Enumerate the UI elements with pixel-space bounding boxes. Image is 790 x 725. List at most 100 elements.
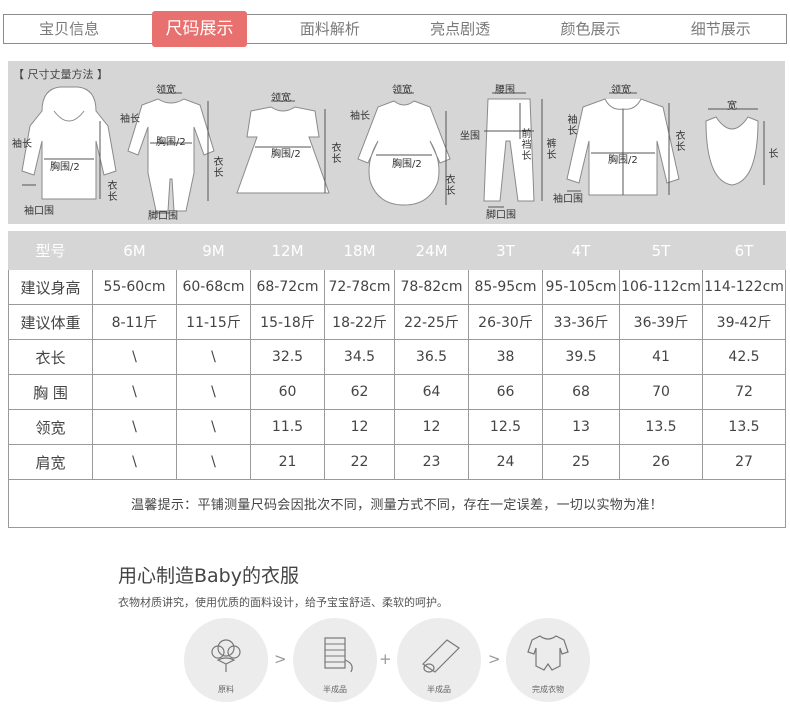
- table-cell: 106-112cm: [619, 269, 703, 305]
- row-label: 衣长: [8, 339, 93, 375]
- table-cell: 114-122cm: [702, 269, 786, 305]
- table-cell: 8-11斤: [92, 304, 177, 340]
- table-cell: 62: [324, 374, 395, 410]
- table-cell: \: [92, 339, 177, 375]
- table-cell: 26: [619, 444, 703, 480]
- table-header-row: 型号 6M 9M 12M 18M 24M 3T 4T 5T 6T: [8, 231, 786, 270]
- fig1-label-chest: 胸围/2: [50, 162, 80, 173]
- step-connector-arrow: >: [274, 650, 287, 668]
- table-cell: 36-39斤: [619, 304, 703, 340]
- row-label: 肩宽: [8, 444, 93, 480]
- measurement-guide-title: 【 尺寸丈量方法 】: [13, 68, 108, 81]
- fig2-label-chest: 胸围/2: [156, 137, 186, 148]
- table-cell: 13: [542, 409, 620, 445]
- tab-highlights[interactable]: 亮点剧透: [395, 15, 525, 43]
- romper-figure: 领宽 袖长 胸围/2 衣长 脚口围: [116, 81, 226, 222]
- tab-size-display-label: 尺码展示: [152, 11, 247, 47]
- table-row-length: 衣长 \ \ 32.5 34.5 36.5 38 39.5 41 42.5: [8, 339, 786, 375]
- fig2-label-collar: 领宽: [156, 85, 176, 96]
- table-cell: 64: [394, 374, 469, 410]
- table-cell: 24: [468, 444, 543, 480]
- table-cell: 68-72cm: [250, 269, 325, 305]
- step-caption: 半成品: [323, 685, 347, 694]
- table-cell: 25: [542, 444, 620, 480]
- row-label: 建议体重: [8, 304, 93, 340]
- hooded-jacket-figure: 袖长 胸围/2 衣长 袖口围: [12, 81, 122, 221]
- fig4-label-collar: 领宽: [392, 85, 412, 96]
- fig5-label-hip: 坐围: [460, 131, 480, 142]
- fig4-label-sleeve: 袖长: [350, 111, 370, 122]
- fig2-label-sleeve: 袖长: [120, 114, 140, 125]
- table-note-row: 温馨提示：平铺测量尺码会因批次不同，测量方式不同，存在一定误差，一切以实物为准！: [8, 479, 786, 528]
- header-cell-24m: 24M: [394, 231, 469, 270]
- fig2-label-length: 衣长: [213, 157, 224, 179]
- table-cell: 12: [394, 409, 469, 445]
- table-row-height: 建议身高 55-60cm 60-68cm 68-72cm 72-78cm 78-…: [8, 269, 786, 305]
- fabric-roll-icon: [422, 639, 460, 673]
- table-cell: 39.5: [542, 339, 620, 375]
- tab-details[interactable]: 细节展示: [656, 15, 786, 43]
- table-cell: 39-42斤: [702, 304, 786, 340]
- table-cell: 72-78cm: [324, 269, 395, 305]
- header-cell-6m: 6M: [92, 231, 177, 270]
- tab-product-info[interactable]: 宝贝信息: [4, 15, 134, 43]
- table-row-chest: 胸 围 \ \ 60 62 64 66 68 70 72: [8, 374, 786, 410]
- table-cell: 21: [250, 444, 325, 480]
- step-caption: 原料: [218, 685, 234, 694]
- table-cell: 60-68cm: [176, 269, 251, 305]
- size-note: 温馨提示：平铺测量尺码会因批次不同，测量方式不同，存在一定误差，一切以实物为准！: [8, 479, 786, 528]
- step-finished: 完成衣物: [506, 618, 590, 702]
- fig1-label-sleeve: 袖长: [12, 139, 32, 150]
- table-row-collar: 领宽 \ \ 11.5 12 12 12.5 13 13.5 13.5: [8, 409, 786, 445]
- bib-figure: 宽 长: [696, 81, 781, 221]
- measurement-guide-panel: 【 尺寸丈量方法 】 袖长 胸围/2 衣长 袖口围 领宽 袖长 胸围/2 衣长 …: [8, 61, 785, 224]
- table-cell: 12.5: [468, 409, 543, 445]
- row-label: 胸 围: [8, 374, 93, 410]
- step-connector-plus: +: [379, 650, 392, 668]
- table-cell: 22: [324, 444, 395, 480]
- romper-icon: [127, 92, 215, 214]
- yarn-spool-icon: [324, 637, 353, 673]
- table-cell: \: [176, 339, 251, 375]
- cotton-icon: [211, 639, 241, 672]
- table-cell: 27: [702, 444, 786, 480]
- table-cell: 22-25斤: [394, 304, 469, 340]
- table-cell: 66: [468, 374, 543, 410]
- table-cell: \: [92, 409, 177, 445]
- table-cell: 11.5: [250, 409, 325, 445]
- table-cell: \: [92, 444, 177, 480]
- table-cell: \: [176, 444, 251, 480]
- tab-bar: 宝贝信息 尺码展示 面料解析 亮点剧透 颜色展示 细节展示: [3, 11, 787, 47]
- tab-size-display[interactable]: 尺码展示: [134, 11, 264, 47]
- fig2-label-leg-opening: 脚口围: [148, 211, 178, 222]
- fig6-label-sleeve: 袖长: [567, 115, 578, 137]
- fig4-label-chest: 胸围/2: [392, 159, 422, 170]
- sleep-sack-figure: 领宽 袖长 胸围/2 衣长: [346, 81, 456, 221]
- table-cell: 41: [619, 339, 703, 375]
- step-caption: 半成品: [427, 685, 451, 694]
- step-connector-arrow: >: [488, 650, 501, 668]
- table-cell: 60: [250, 374, 325, 410]
- fig4-label-length: 衣长: [445, 175, 456, 197]
- table-cell: 85-95cm: [468, 269, 543, 305]
- tab-colors[interactable]: 颜色展示: [525, 15, 655, 43]
- craft-description: 衣物材质讲究，使用优质的面料设计，给予宝宝舒适、柔软的呵护。: [118, 596, 448, 609]
- fig3-label-collar: 领宽: [271, 93, 291, 104]
- table-row-shoulder: 肩宽 \ \ 21 22 23 24 25 26 27: [8, 444, 786, 480]
- romper-icon: [527, 635, 569, 671]
- table-cell: \: [176, 409, 251, 445]
- table-cell: 95-105cm: [542, 269, 620, 305]
- fig5-label-leg-opening: 脚口围: [486, 210, 516, 221]
- header-cell-18m: 18M: [324, 231, 395, 270]
- step-caption: 完成衣物: [532, 685, 564, 694]
- tab-fabric-analysis[interactable]: 面料解析: [265, 15, 395, 43]
- fig6-label-chest: 胸围/2: [608, 155, 638, 166]
- step-fabric: 半成品: [397, 618, 481, 702]
- table-cell: 33-36斤: [542, 304, 620, 340]
- size-chart-table: 型号 6M 9M 12M 18M 24M 3T 4T 5T 6T 建议身高 55…: [8, 231, 786, 528]
- table-cell: 18-22斤: [324, 304, 395, 340]
- shirt-figure: 领宽 袖长 胸围/2 衣长 袖口围: [553, 81, 693, 221]
- table-row-weight: 建议体重 8-11斤 11-15斤 15-18斤 18-22斤 22-25斤 2…: [8, 304, 786, 340]
- row-label: 建议身高: [8, 269, 93, 305]
- row-label: 领宽: [8, 409, 93, 445]
